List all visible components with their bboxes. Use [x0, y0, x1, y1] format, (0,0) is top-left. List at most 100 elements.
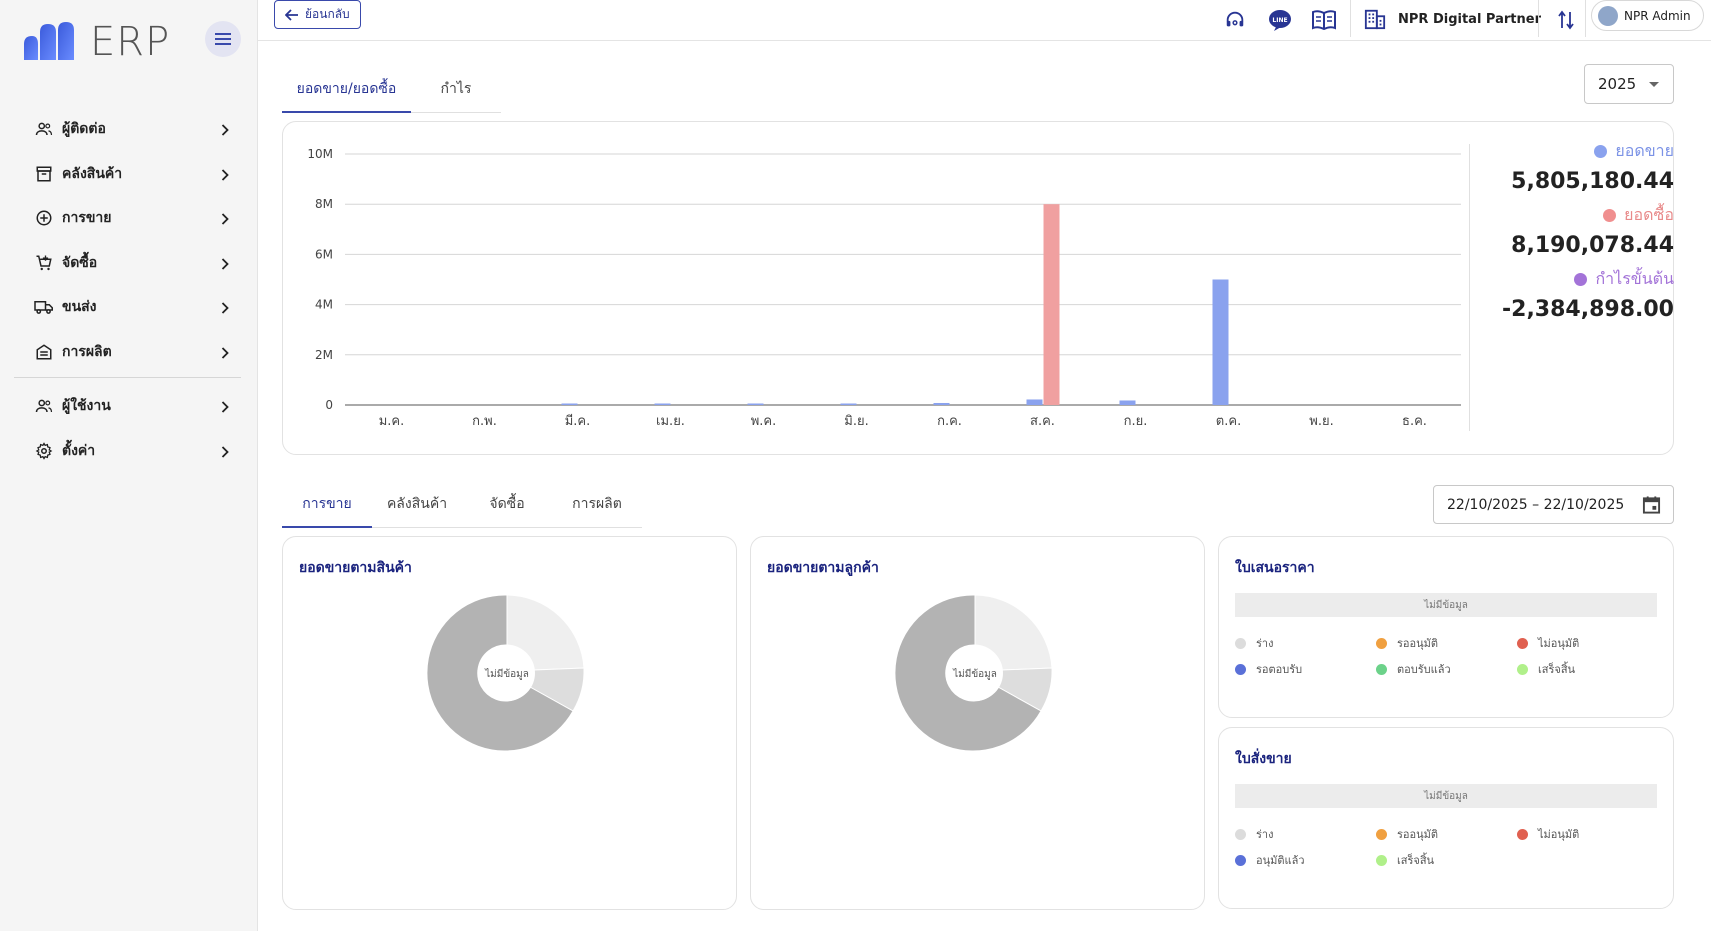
chevron-right-icon [221, 166, 229, 185]
legend-dot [1517, 828, 1528, 840]
legend-dot [1235, 637, 1246, 649]
sidebar-divider [14, 377, 241, 378]
sales-bar [1119, 400, 1136, 405]
sidebar-nav: ผู้ติดต่อ คลังสินค้า การขาย จัดซื้อ ขนส่… [14, 107, 241, 473]
card-title: ยอดขายตามลูกค้า [767, 560, 879, 576]
sales-bar [654, 403, 671, 405]
legend-label: ไม่อนุมัติ [1538, 637, 1580, 650]
line-chat-icon[interactable]: LINE [1267, 7, 1293, 33]
tab-profit[interactable]: กำไร [411, 66, 501, 112]
sidebar-item-purchasing[interactable]: จัดซื้อ [14, 241, 241, 286]
x-tick-label: ก.ค. [937, 414, 962, 429]
users-icon [34, 396, 54, 416]
add-circle-icon [34, 208, 54, 228]
legend-dot [1235, 854, 1246, 866]
chevron-right-icon [221, 443, 229, 462]
tab-production[interactable]: การผลิต [552, 481, 642, 527]
sidebar-item-production[interactable]: การผลิต [14, 330, 241, 375]
chart-tabs: ยอดขาย/ยอดซื้อ กำไร [282, 66, 501, 113]
tab-sales[interactable]: การขาย [282, 481, 372, 528]
legend-item-pending-approval: รออนุมัติ [1376, 635, 1517, 651]
date-range-picker[interactable]: 22/10/2025 – 22/10/2025 [1433, 485, 1674, 524]
sales-dot [1594, 144, 1608, 158]
sidebar-item-users[interactable]: ผู้ใช้งาน [14, 384, 241, 429]
profit-total: -2,384,898.00 [1502, 297, 1674, 322]
sidebar-item-contacts[interactable]: ผู้ติดต่อ [14, 107, 241, 152]
legend-item-completed: เสร็จสิ้น [1517, 661, 1658, 677]
date-range-value: 22/10/2025 – 22/10/2025 [1447, 496, 1625, 513]
sidebar-item-label: จัดซื้อ [62, 254, 98, 271]
swap-vertical-icon[interactable] [1553, 7, 1579, 33]
x-tick-label: ก.พ. [472, 414, 497, 429]
sidebar-item-settings[interactable]: ตั้งค่า [14, 429, 241, 474]
legend-dot [1376, 828, 1387, 840]
quotation-legend: ร่าง รออนุมัติ ไม่อนุมัติ รอตอบรับ ตอบรั… [1235, 635, 1665, 677]
chart-divider [1469, 144, 1470, 431]
sidebar-item-label: ขนส่ง [62, 299, 97, 316]
back-label: ย้อนกลับ [305, 7, 350, 21]
sidebar-item-sales[interactable]: การขาย [14, 196, 241, 241]
y-tick-label: 4M [315, 298, 333, 312]
sales-order-legend: ร่าง รออนุมัติ ไม่อนุมัติ อนุมัติแล้ว เส… [1235, 826, 1665, 868]
sales-bar [1026, 399, 1043, 405]
sales-bar [933, 402, 950, 405]
legend-dot [1517, 637, 1528, 649]
app-logo[interactable]: ERP [22, 19, 170, 65]
card-title: ใบสั่งขาย [1235, 751, 1292, 767]
profit-dot [1574, 272, 1588, 286]
x-tick-label: เม.ย. [656, 414, 685, 429]
company-switcher[interactable]: NPR Digital Partner [1364, 6, 1541, 32]
sidebar-item-label: ผู้ติดต่อ [62, 121, 106, 138]
legend-item-draft: ร่าง [1235, 826, 1376, 842]
y-tick-label: 10M [307, 147, 333, 161]
topbar-divider [1350, 0, 1351, 37]
caret-down-icon [1649, 82, 1659, 87]
truck-icon [34, 297, 54, 317]
x-tick-label: มิ.ย. [844, 414, 868, 429]
empty-donut-chart: ไม่มีข้อมูล [894, 594, 1053, 752]
legend-item-rejected: ไม่อนุมัติ [1517, 635, 1658, 651]
legend-label: อนุมัติแล้ว [1256, 854, 1305, 867]
legend-label: รออนุมัติ [1397, 637, 1439, 650]
purchase-legend: ยอดซื้อ [1474, 202, 1674, 228]
tab-sales-purchases[interactable]: ยอดขาย/ยอดซื้อ [282, 66, 411, 113]
chart-summary: ยอดขาย 5,805,180.44 ยอดซื้อ 8,190,078.44… [1474, 138, 1674, 330]
user-menu[interactable]: NPR Admin [1591, 0, 1704, 31]
legend-item-approved: อนุมัติแล้ว [1235, 852, 1376, 868]
y-tick-label: 0 [325, 398, 333, 412]
legend-label: ร่าง [1256, 637, 1274, 650]
tab-inventory[interactable]: คลังสินค้า [372, 481, 462, 527]
tab-purchasing[interactable]: จัดซื้อ [462, 481, 552, 527]
sidebar-item-shipping[interactable]: ขนส่ง [14, 285, 241, 330]
legend-item-accepted: ตอบรับแล้ว [1376, 661, 1517, 677]
x-tick-label: มี.ค. [565, 413, 591, 429]
profit-legend: กำไรขั้นต้น [1474, 266, 1674, 292]
gear-icon [34, 441, 54, 461]
chevron-right-icon [221, 210, 229, 229]
sidebar-item-label: ตั้งค่า [62, 442, 96, 459]
menu-toggle-button[interactable] [205, 21, 241, 57]
manual-book-icon[interactable] [1311, 7, 1337, 33]
y-tick-label: 8M [315, 197, 333, 211]
purchase-total: 8,190,078.44 [1511, 233, 1674, 258]
legend-label: รอตอบรับ [1256, 663, 1303, 676]
cart-icon [34, 253, 54, 273]
calendar-icon[interactable] [1642, 495, 1661, 519]
purchase-dot [1603, 208, 1617, 222]
support-headset-icon[interactable] [1222, 7, 1248, 33]
donut-no-data-label: ไม่มีข้อมูล [952, 668, 997, 680]
purchase-label: ยอดซื้อ [1624, 204, 1674, 224]
sidebar-item-inventory[interactable]: คลังสินค้า [14, 152, 241, 197]
back-button[interactable]: ย้อนกลับ [274, 0, 361, 29]
year-select[interactable]: 2025 [1584, 64, 1674, 104]
sidebar-item-label: การผลิต [62, 343, 112, 360]
sidebar-item-label: คลังสินค้า [62, 165, 123, 182]
legend-item-awaiting-response: รอตอบรับ [1235, 661, 1376, 677]
y-tick-label: 2M [315, 348, 333, 362]
legend-dot [1235, 663, 1246, 675]
legend-dot [1376, 663, 1387, 675]
bar-chart: 0 2M 4M 6M 8M 10M ม.ค. ก.พ. มี.ค. เม.ย. พ.ค. มิ.ย. ก… [307, 147, 1461, 429]
sidebar-item-label: ผู้ใช้งาน [62, 398, 111, 415]
legend-item-draft: ร่าง [1235, 635, 1376, 651]
sales-bar [840, 403, 857, 405]
